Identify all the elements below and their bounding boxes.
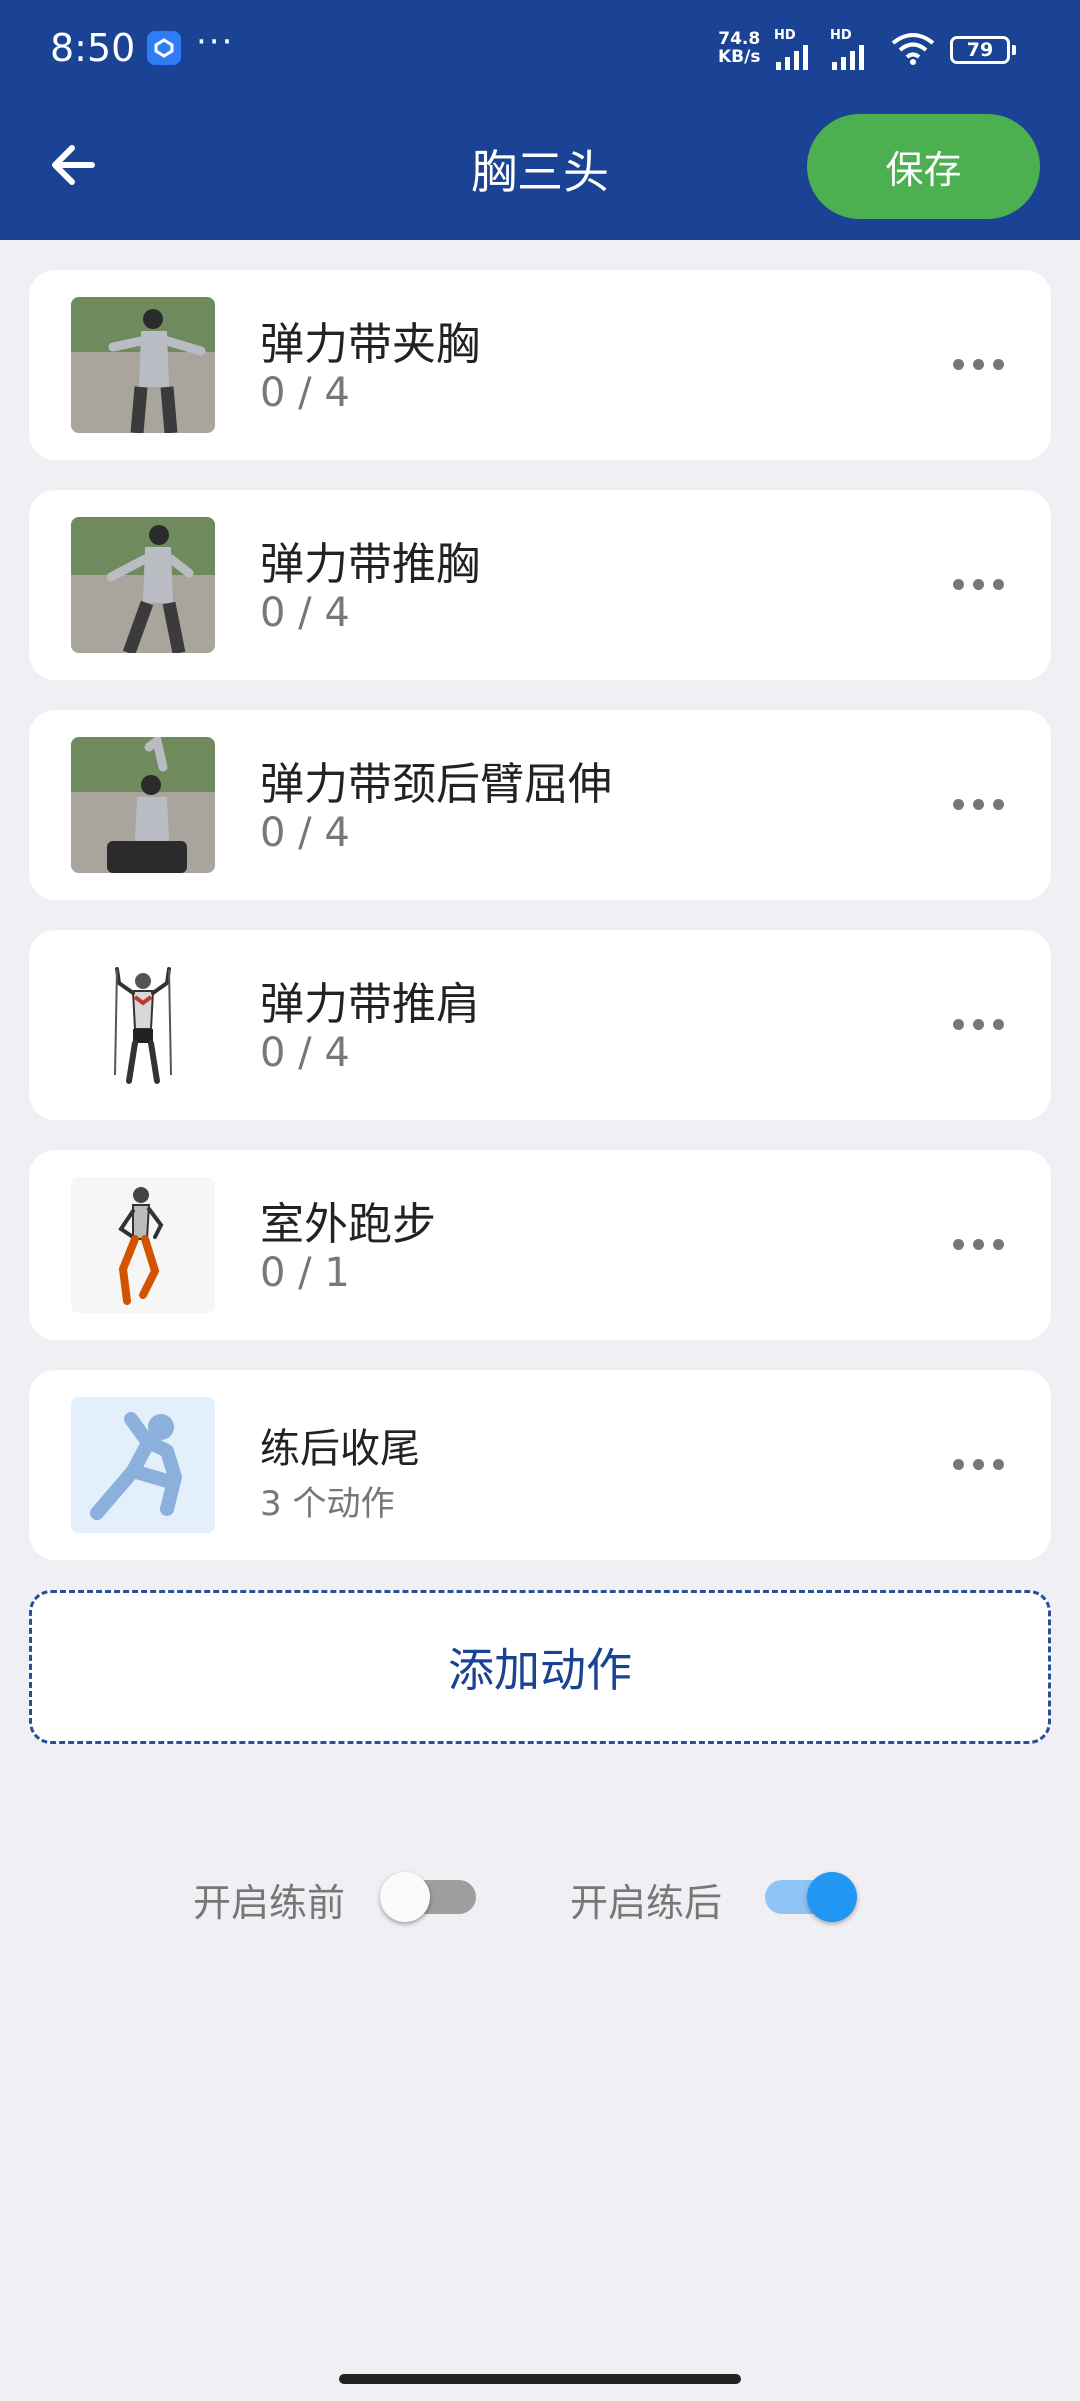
exercise-name: 弹力带推胸 xyxy=(260,539,480,590)
stretch-icon xyxy=(71,1397,215,1533)
signal-icon-2: HD xyxy=(830,29,872,76)
status-bar: 8:50 ··· 74.8 KB/s HD HD 79 xyxy=(0,0,1080,98)
app-header: 8:50 ··· 74.8 KB/s HD HD 79 胸三头 保存 xyxy=(0,0,1080,240)
wifi-icon xyxy=(890,32,936,70)
exercise-card[interactable]: 弹力带颈后臂屈伸 0 / 4 xyxy=(29,710,1051,900)
post-workout-toggle[interactable] xyxy=(757,1872,857,1922)
more-options-icon[interactable] xyxy=(953,1450,1005,1480)
signal-icon-1: HD xyxy=(774,29,816,76)
exercise-name: 室外跑步 xyxy=(260,1199,436,1250)
exercise-progress: 0 / 4 xyxy=(260,370,350,416)
exercise-card[interactable]: 弹力带推肩 0 / 4 xyxy=(29,930,1051,1120)
exercise-photo xyxy=(71,297,215,433)
net-speed: 74.8 KB/s xyxy=(718,29,761,67)
status-time: 8:50 xyxy=(50,26,136,70)
post-workout-label: 开启练后 xyxy=(570,1881,723,1925)
save-button[interactable]: 保存 xyxy=(807,114,1040,219)
exercise-name: 弹力带推肩 xyxy=(260,979,480,1030)
more-options-icon[interactable] xyxy=(953,790,1005,820)
exercise-photo xyxy=(71,737,215,873)
exercise-name: 弹力带夹胸 xyxy=(260,319,480,370)
more-options-icon[interactable] xyxy=(953,570,1005,600)
exercise-count: 3 个动作 xyxy=(260,1484,395,1524)
cooldown-card[interactable]: 练后收尾 3 个动作 xyxy=(29,1370,1051,1560)
exercise-card[interactable]: 弹力带推胸 0 / 4 xyxy=(29,490,1051,680)
exercise-name: 弹力带颈后臂屈伸 xyxy=(260,759,612,810)
exercise-card[interactable]: 室外跑步 0 / 1 xyxy=(29,1150,1051,1340)
battery-icon: 79 xyxy=(950,36,1016,64)
exercise-card[interactable]: 弹力带夹胸 0 / 4 xyxy=(29,270,1051,460)
status-more-dots: ··· xyxy=(196,22,235,62)
exercise-progress: 0 / 4 xyxy=(260,590,350,636)
exercise-illustration xyxy=(71,957,215,1093)
app-notification-icon xyxy=(147,31,181,65)
more-options-icon[interactable] xyxy=(953,350,1005,380)
exercise-progress: 0 / 4 xyxy=(260,1030,350,1076)
exercise-illustration xyxy=(71,1177,215,1313)
pre-workout-label: 开启练前 xyxy=(193,1881,346,1925)
exercise-progress: 0 / 4 xyxy=(260,810,350,856)
more-options-icon[interactable] xyxy=(953,1230,1005,1260)
add-action-button[interactable]: 添加动作 xyxy=(29,1590,1051,1744)
pre-workout-toggle[interactable] xyxy=(380,1872,480,1922)
exercise-photo xyxy=(71,517,215,653)
exercise-name: 练后收尾 xyxy=(260,1426,420,1472)
home-indicator[interactable] xyxy=(339,2374,741,2384)
exercise-progress: 0 / 1 xyxy=(260,1250,350,1296)
more-options-icon[interactable] xyxy=(953,1010,1005,1040)
